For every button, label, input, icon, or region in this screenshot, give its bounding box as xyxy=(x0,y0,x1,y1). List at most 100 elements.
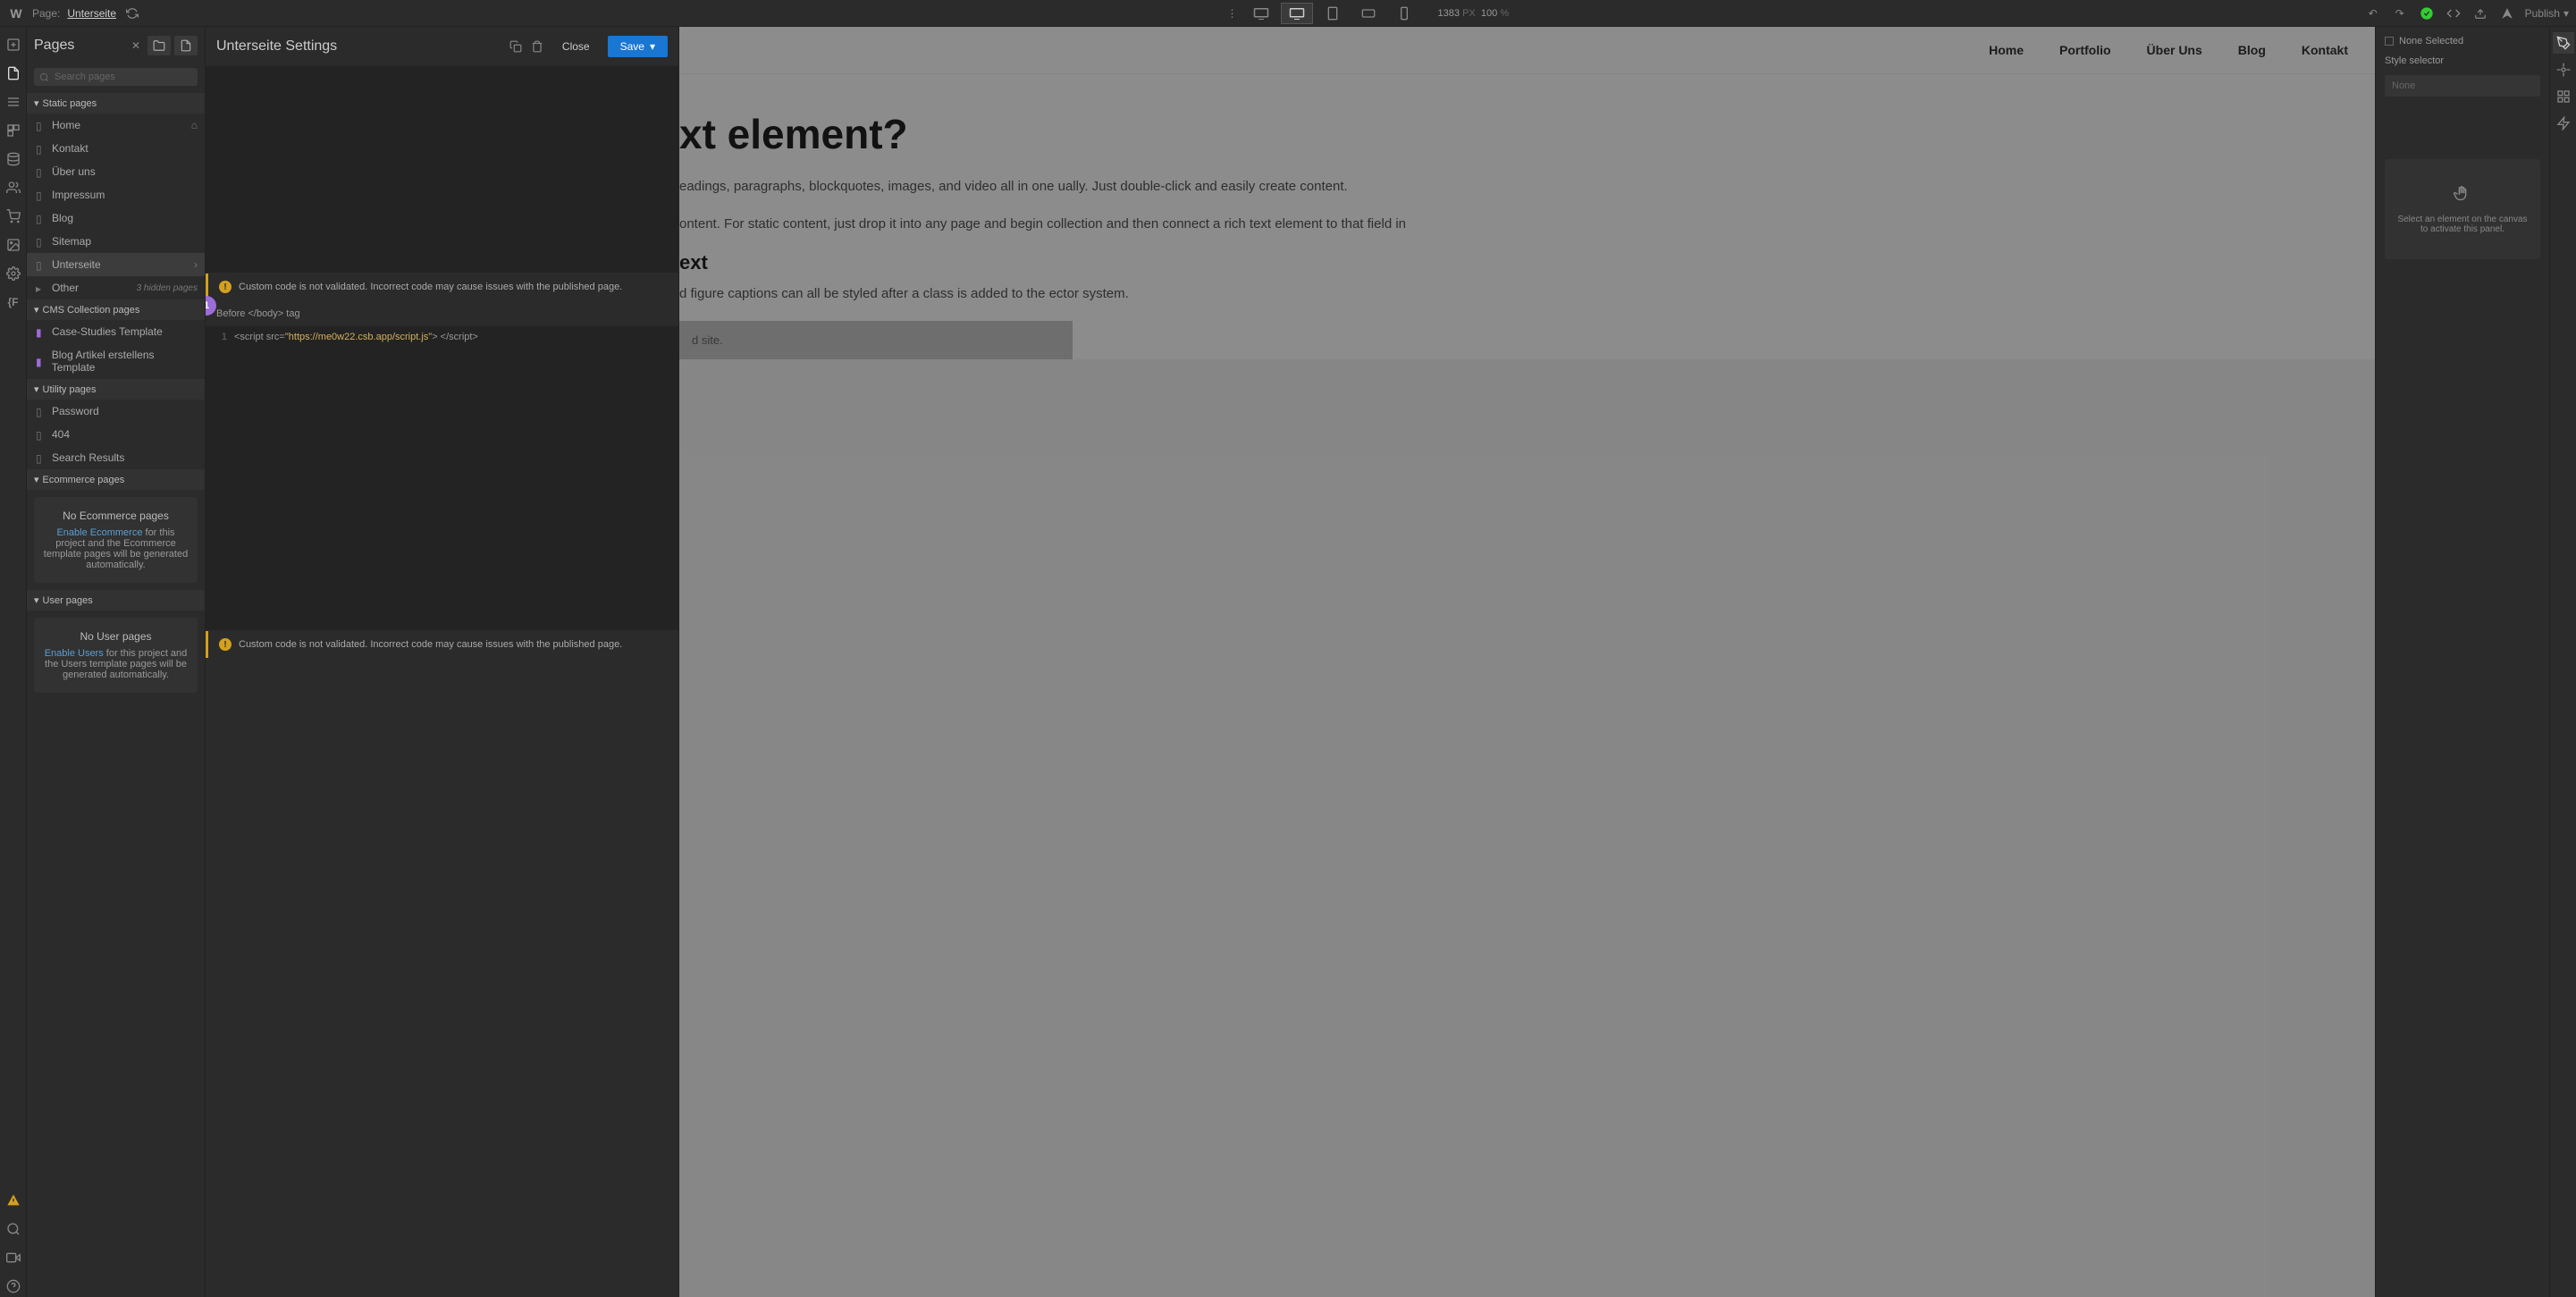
breakpoint-mobile-landscape[interactable] xyxy=(1352,3,1385,24)
video-icon[interactable] xyxy=(3,1247,24,1268)
components-icon[interactable] xyxy=(3,120,24,141)
ecom-empty-title: No Ecommerce pages xyxy=(43,510,189,522)
undo-icon[interactable]: ↶ xyxy=(2364,4,2382,22)
page-name[interactable]: Unterseite xyxy=(67,7,116,20)
pointer-icon xyxy=(2397,184,2528,204)
nav-link-uber-uns[interactable]: Über Uns xyxy=(2147,43,2202,57)
page-icon: ▯ xyxy=(36,406,46,417)
redo-icon[interactable]: ↷ xyxy=(2391,4,2409,22)
pages-icon[interactable] xyxy=(3,63,24,84)
status-ok-icon xyxy=(2418,4,2436,22)
top-bar: W Page: Unterseite ⋮ 1383 PX 100 % ↶ ↷ xyxy=(0,0,2576,27)
page-item-home[interactable]: ▯Home⌂ xyxy=(27,114,205,137)
more-icon[interactable]: ⋮ xyxy=(1224,4,1242,22)
warning-banner-2: ! Custom code is not validated. Incorrec… xyxy=(206,631,678,658)
ecommerce-empty: No Ecommerce pages Enable Ecommerce for … xyxy=(34,497,198,583)
paragraph-1[interactable]: eadings, paragraphs, blockquotes, images… xyxy=(679,176,2375,198)
subheading[interactable]: ext xyxy=(679,251,2375,274)
style-tab-icon[interactable] xyxy=(2553,32,2574,54)
page-item-impressum[interactable]: ▯Impressum xyxy=(27,183,205,206)
element-settings-tab-icon[interactable] xyxy=(2553,59,2574,80)
enable-users-link[interactable]: Enable Users xyxy=(45,648,104,659)
code-icon[interactable] xyxy=(2445,4,2462,22)
home-icon: ⌂ xyxy=(191,119,198,131)
group-cms[interactable]: ▾ CMS Collection pages xyxy=(27,299,205,320)
navigator-icon[interactable] xyxy=(3,91,24,113)
publish-icon[interactable] xyxy=(2498,4,2516,22)
settings-icon[interactable] xyxy=(3,263,24,284)
user-empty-title: No User pages xyxy=(43,630,189,643)
style-manager-tab-icon[interactable] xyxy=(2553,86,2574,107)
code-editor-body[interactable]: 1<script src="https://me0w22.csb.app/scr… xyxy=(206,326,678,630)
page-item-sitemap[interactable]: ▯Sitemap xyxy=(27,230,205,253)
page-item-other[interactable]: ▸Other3 hidden pages xyxy=(27,276,205,299)
publish-button[interactable]: Publish ▾ xyxy=(2525,7,2569,20)
group-user[interactable]: ▾ User pages xyxy=(27,590,205,611)
breakpoint-mobile[interactable] xyxy=(1388,3,1420,24)
page-item-blog-artikel[interactable]: ▮Blog Artikel erstellens Template xyxy=(27,343,205,379)
new-folder-button[interactable] xyxy=(147,36,171,55)
selection-checkbox[interactable] xyxy=(2385,37,2394,46)
breakpoint-tablet[interactable] xyxy=(1317,3,1349,24)
audit-icon[interactable] xyxy=(3,1190,24,1211)
users-icon[interactable] xyxy=(3,177,24,198)
group-static[interactable]: ▾ Static pages xyxy=(27,93,205,114)
close-button[interactable]: Close xyxy=(551,36,601,57)
folder-icon: ▸ xyxy=(36,282,46,293)
right-rail xyxy=(2549,27,2576,1297)
page-heading[interactable]: xt element? xyxy=(679,110,2375,158)
new-page-button[interactable] xyxy=(174,36,198,55)
canvas-dimensions: 1383 PX 100 % xyxy=(1438,8,1510,19)
page-item-search-results[interactable]: ▯Search Results xyxy=(27,446,205,469)
add-element-icon[interactable] xyxy=(3,34,24,55)
search-pages-input[interactable]: Search pages xyxy=(34,68,198,86)
canvas[interactable]: Home Portfolio Über Uns Blog Kontakt xt … xyxy=(679,27,2375,1297)
embed-placeholder[interactable]: d site. xyxy=(679,321,1073,359)
page-item-password[interactable]: ▯Password xyxy=(27,400,205,423)
page-icon: ▯ xyxy=(36,236,46,247)
cms-icon[interactable] xyxy=(3,148,24,170)
page-item-kontakt[interactable]: ▯Kontakt xyxy=(27,137,205,160)
before-body-label: Before </body> tag xyxy=(206,301,678,326)
paragraph-3[interactable]: d figure captions can all be styled afte… xyxy=(679,283,2375,305)
assets-icon[interactable] xyxy=(3,234,24,256)
page-item-404[interactable]: ▯404 xyxy=(27,423,205,446)
close-panel-icon[interactable]: ✕ xyxy=(131,39,140,52)
page-item-unterseite[interactable]: ▯Unterseite› xyxy=(27,253,205,276)
page-item-case-studies[interactable]: ▮Case-Studies Template xyxy=(27,320,205,343)
page-item-uber-uns[interactable]: ▯Über uns xyxy=(27,160,205,183)
nav-link-home[interactable]: Home xyxy=(1989,43,2024,57)
nav-link-portfolio[interactable]: Portfolio xyxy=(2059,43,2111,57)
refresh-icon[interactable] xyxy=(123,4,141,22)
warning-icon: ! xyxy=(219,638,232,651)
finsweet-icon[interactable]: {F xyxy=(3,291,24,313)
nav-link-blog[interactable]: Blog xyxy=(2238,43,2266,57)
page-icon: ▯ xyxy=(36,143,46,154)
cms-page-icon: ▮ xyxy=(36,326,46,337)
nav-link-kontakt[interactable]: Kontakt xyxy=(2302,43,2348,57)
group-ecommerce[interactable]: ▾ Ecommerce pages xyxy=(27,469,205,490)
enable-ecommerce-link[interactable]: Enable Ecommerce xyxy=(56,527,142,538)
none-selected-label: None Selected xyxy=(2399,36,2463,46)
copy-icon[interactable] xyxy=(509,39,523,54)
settings-panel: Unterseite Settings Close Save ▾ ! Custo… xyxy=(206,27,679,1297)
save-button[interactable]: Save ▾ xyxy=(608,36,668,57)
webflow-logo-icon[interactable]: W xyxy=(7,4,25,22)
help-icon[interactable] xyxy=(3,1276,24,1297)
breakpoint-desktop[interactable] xyxy=(1245,3,1277,24)
interactions-tab-icon[interactable] xyxy=(2553,113,2574,134)
page-item-blog[interactable]: ▯Blog xyxy=(27,206,205,230)
trash-icon[interactable] xyxy=(530,39,544,54)
code-editor-head[interactable] xyxy=(206,67,678,273)
style-selector-input[interactable]: None xyxy=(2385,75,2540,97)
hidden-count: 3 hidden pages xyxy=(137,283,198,293)
left-rail: {F xyxy=(0,27,27,1297)
paragraph-2[interactable]: ontent. For static content, just drop it… xyxy=(679,214,2375,235)
breakpoint-large[interactable] xyxy=(1281,3,1313,24)
group-utility[interactable]: ▾ Utility pages xyxy=(27,379,205,400)
ecommerce-icon[interactable] xyxy=(3,206,24,227)
search-icon[interactable] xyxy=(3,1218,24,1240)
export-icon[interactable] xyxy=(2471,4,2489,22)
pages-panel-title: Pages xyxy=(34,38,124,54)
search-placeholder: Search pages xyxy=(55,72,115,82)
